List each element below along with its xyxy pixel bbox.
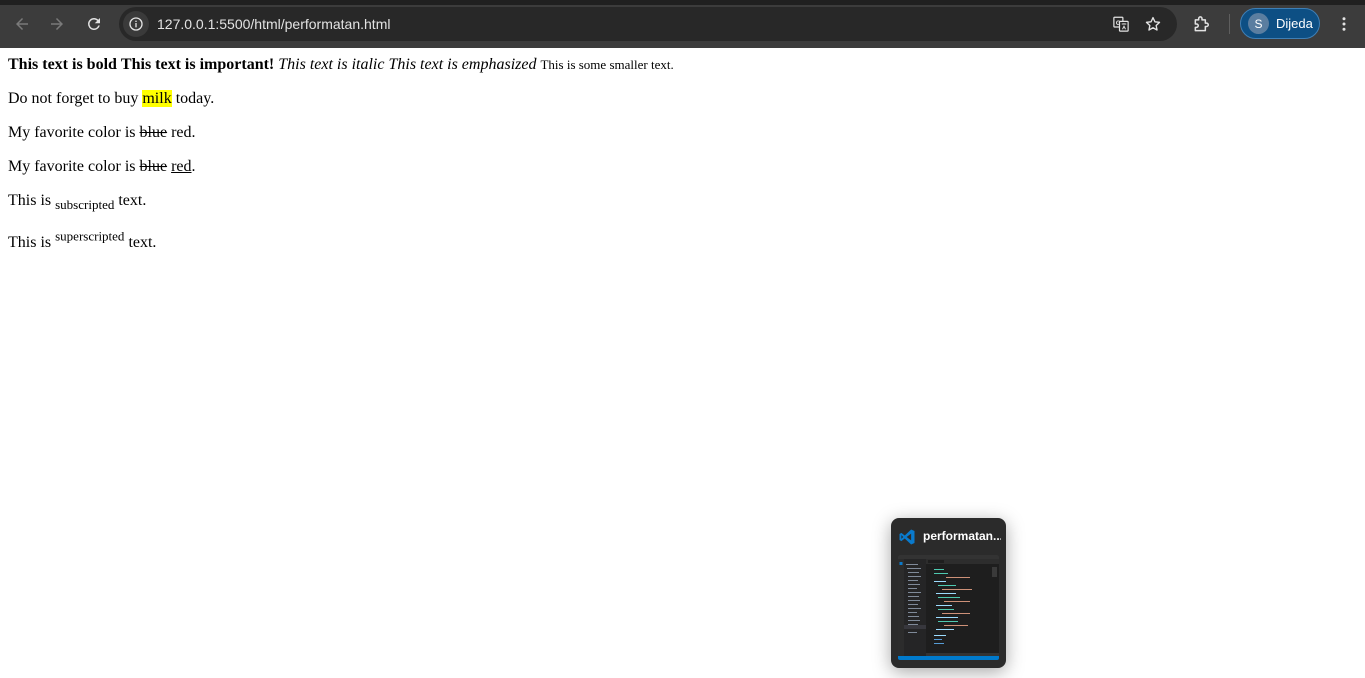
vscode-icon [899, 529, 915, 545]
highlighted-text: milk [142, 90, 172, 107]
formatting-line-sub: This is subscripted text. [8, 191, 146, 211]
subscripted-text: subscripted [55, 197, 115, 213]
forward-arrow-icon [51, 18, 63, 30]
inserted-text: red [171, 158, 192, 175]
profile-name: Dijeda [1276, 16, 1313, 31]
taskbar-window-preview[interactable]: performatan... [891, 518, 1006, 668]
back-button[interactable] [7, 9, 37, 39]
profile-button[interactable]: S Dijeda [1240, 8, 1320, 39]
sub-line-before: This is [8, 192, 52, 209]
page-content: This text is bold This text is important… [0, 48, 1365, 678]
formatting-line-bold-italic: This text is bold This text is important… [8, 55, 674, 75]
mark-line-after: today. [175, 90, 215, 107]
translate-icon: G [1113, 16, 1129, 32]
del-line-after: red. [171, 124, 196, 141]
tab-strip-edge [0, 0, 1365, 5]
toolbar-divider [1229, 14, 1230, 34]
avatar: S [1248, 13, 1269, 34]
formatting-line-ins: My favorite color is blue red. [8, 157, 196, 177]
site-info-icon [129, 17, 143, 31]
ins-line-before: My favorite color is [8, 158, 136, 175]
editor-thumbnail-graphic [898, 555, 999, 660]
sup-line-after: text. [128, 234, 157, 251]
formatting-line-mark: Do not forget to buy milk today. [8, 89, 214, 109]
superscripted-text: superscripted [55, 228, 125, 244]
puzzle-icon [1194, 16, 1209, 32]
browser-toolbar: 127.0.0.1:5500/html/performatan.html G S… [0, 0, 1365, 48]
del-line-before: My favorite color is [8, 124, 136, 141]
url-text[interactable]: 127.0.0.1:5500/html/performatan.html [157, 16, 390, 32]
preview-title: performatan... [923, 529, 1001, 543]
ins-line-after: . [191, 158, 196, 175]
small-text: This is some smaller text. [540, 57, 674, 72]
mark-line-before: Do not forget to buy [8, 90, 139, 107]
reload-button[interactable] [79, 9, 109, 39]
deleted-text: blue [139, 158, 168, 175]
bold-text: This text is bold [8, 56, 117, 73]
formatting-line-del: My favorite color is blue red. [8, 123, 196, 143]
sup-line-before: This is [8, 234, 52, 251]
translate-button[interactable]: G [1111, 14, 1131, 34]
strong-text: This text is important! [120, 56, 275, 73]
kebab-menu-icon [1342, 17, 1346, 31]
preview-thumbnail[interactable] [898, 555, 999, 660]
formatting-line-sup: This is superscripted text. [8, 230, 157, 253]
star-icon [1145, 16, 1161, 31]
address-bar[interactable]: 127.0.0.1:5500/html/performatan.html G [119, 7, 1177, 41]
site-info-button[interactable] [123, 11, 149, 37]
reload-icon [88, 18, 100, 30]
sub-line-after: text. [118, 192, 147, 209]
browser-menu-button[interactable] [1332, 12, 1356, 36]
forward-button[interactable] [42, 9, 72, 39]
deleted-text: blue [139, 124, 168, 141]
italic-text: This text is italic [278, 56, 385, 73]
emphasized-text: This text is emphasized [388, 56, 537, 73]
back-arrow-icon [16, 18, 28, 30]
extensions-button[interactable] [1190, 12, 1214, 36]
bookmark-button[interactable] [1143, 14, 1163, 34]
